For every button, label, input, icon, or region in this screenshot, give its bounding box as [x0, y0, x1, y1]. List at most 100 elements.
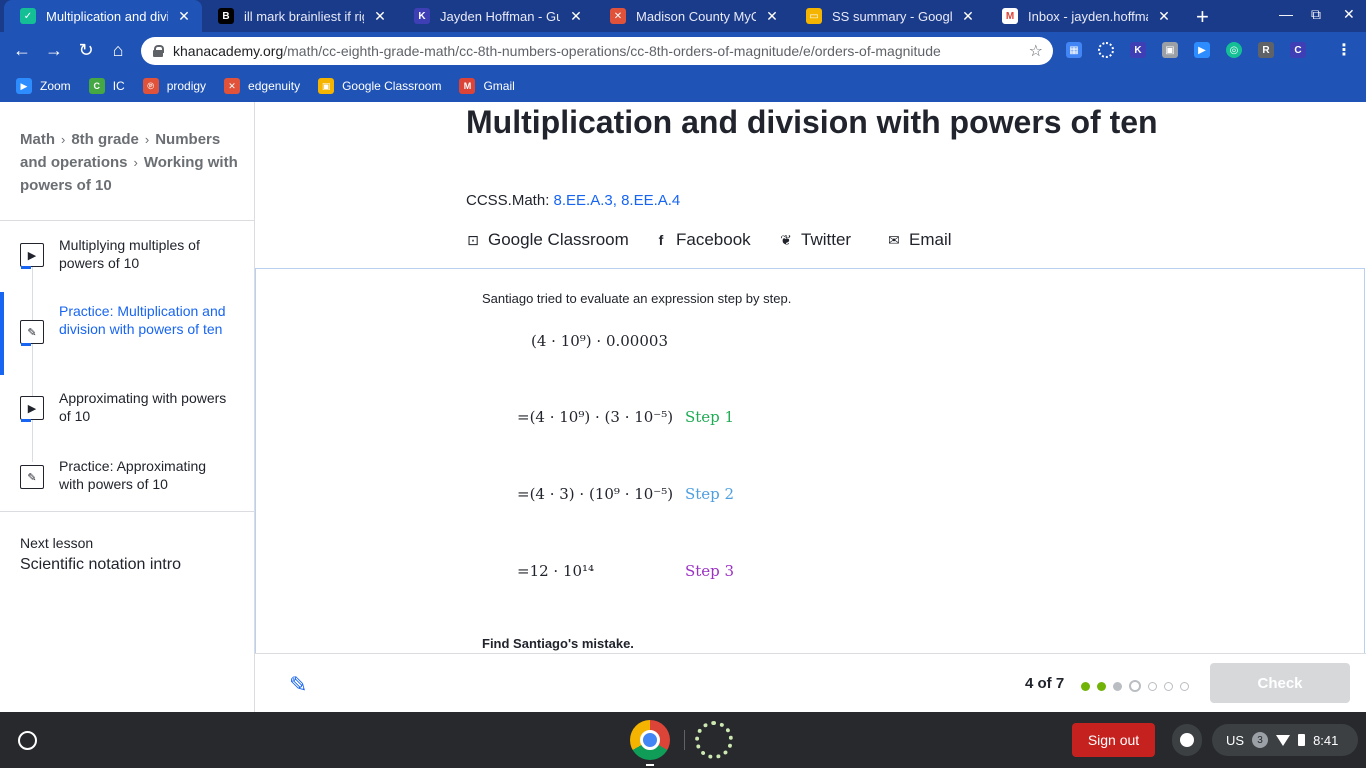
ccss-links[interactable]: 8.EE.A.3, 8.EE.A.4 — [554, 192, 681, 209]
bookmark-label: Google Classroom — [342, 79, 442, 93]
forward-icon[interactable]: → — [43, 40, 65, 61]
sidebar-item-label: Practice: Multiplication and division wi… — [59, 303, 226, 337]
home-icon[interactable]: ⌂ — [107, 40, 129, 61]
progress-dot-cur — [1129, 680, 1141, 692]
tab-kami[interactable]: K Jayden Hoffman - Guide ✕ — [398, 0, 594, 32]
close-tab-icon[interactable]: ✕ — [1156, 8, 1172, 25]
close-tab-icon[interactable]: ✕ — [764, 8, 780, 25]
pencil-icon: ✎ — [20, 465, 44, 489]
tab-title: Madison County MyOnli — [636, 8, 756, 24]
bookmarks-bar: ▶ Zoom C IC ℗ prodigy ✕ edgenuity ▣ Google Cl… — [0, 70, 1366, 102]
share-label: Twitter — [801, 230, 852, 249]
bookmark-zoom[interactable]: ▶ Zoom — [16, 78, 71, 94]
progress-dot-todo — [1148, 681, 1157, 691]
gmail-icon: M — [459, 78, 476, 94]
app-loading-icon[interactable] — [695, 721, 733, 759]
menu-kebab-icon[interactable]: ⋮ — [1336, 42, 1352, 59]
divider — [0, 511, 255, 512]
tab-brainly[interactable]: B ill mark brainliest if right ✕ — [202, 0, 398, 32]
url-host: khanacademy.org — [173, 43, 284, 59]
extension-icon[interactable]: ▣ — [1162, 42, 1178, 58]
bookmark-label: prodigy — [166, 79, 207, 93]
bookmark-edgenuity[interactable]: ✕ edgenuity — [224, 78, 300, 94]
close-tab-icon[interactable]: ✕ — [372, 8, 388, 25]
edgenuity-icon: ✕ — [224, 78, 241, 94]
lesson-sidebar: Math › 8th grade › Numbers and operations › Wo… — [0, 102, 255, 712]
clock: 8:41 — [1313, 732, 1339, 748]
divider — [684, 730, 685, 750]
check-button[interactable]: Check — [1210, 663, 1350, 703]
new-tab-icon[interactable]: + — [1196, 4, 1209, 30]
extension-icon[interactable]: ◎ — [1226, 42, 1242, 58]
zoom-icon: ▶ — [16, 78, 32, 94]
sign-out-button[interactable]: Sign out — [1072, 723, 1155, 757]
active-indicator — [0, 292, 4, 375]
bookmark-star-icon[interactable]: ☆ — [1029, 41, 1043, 61]
progress-dot-done — [1097, 681, 1106, 691]
launcher-icon[interactable] — [18, 731, 37, 750]
restore-icon[interactable]: ⧉ — [1311, 6, 1321, 23]
sidebar-item-practice-multiplication[interactable]: ✎ Practice: Multiplication and division … — [0, 292, 255, 382]
sidebar-item-label: Practice: Approximating with powers of 1… — [59, 458, 207, 492]
back-icon[interactable]: ← — [11, 40, 33, 61]
chrome-icon[interactable] — [630, 720, 670, 760]
video-icon: ▶ — [20, 243, 44, 269]
share-facebook[interactable]: f Facebook — [654, 230, 751, 250]
sidebar-item-label: Multiplying multiples of powers of 10 — [59, 237, 200, 271]
sidebar-item-video-approximating[interactable]: ▶ Approximating with powers of 10 — [0, 387, 255, 437]
zoom-extension-icon[interactable]: ▶ — [1194, 42, 1210, 58]
twitter-icon: ❦ — [780, 231, 792, 248]
step-3-expression: =12 · 10¹⁴ — [517, 562, 595, 580]
kami-favicon-icon: K — [414, 8, 430, 24]
ccss-standards: CCSS.Math: 8.EE.A.3, 8.EE.A.4 — [466, 192, 680, 209]
brainly-favicon-icon: B — [218, 8, 234, 24]
exercise-footer: ✎ 4 of 7 Check — [255, 653, 1366, 712]
facebook-icon: f — [658, 232, 664, 248]
breadcrumb-math[interactable]: Math — [20, 131, 55, 148]
breadcrumb-grade[interactable]: 8th grade — [71, 131, 139, 148]
next-lesson-caption: Next lesson — [20, 535, 94, 551]
tab-title: SS summary - Google Sl — [832, 8, 952, 24]
extension-icon[interactable]: ▦ — [1066, 42, 1082, 58]
sidebar-item-practice-approximating[interactable]: ✎ Practice: Approximating with powers of… — [0, 454, 255, 504]
address-bar[interactable]: khanacademy.org/math/cc-eighth-grade-mat… — [141, 37, 1053, 65]
scratchpad-pen-icon[interactable]: ✎ — [289, 672, 307, 698]
tab-edgenuity[interactable]: ✕ Madison County MyOnli ✕ — [594, 0, 790, 32]
tab-title: Multiplication and divisi — [46, 8, 168, 24]
main-content: Multiplication and division with powers … — [255, 102, 1366, 712]
extension-r-icon[interactable]: R — [1258, 42, 1274, 58]
next-lesson-link[interactable]: Scientific notation intro — [20, 556, 181, 574]
sidebar-item-video-multiplying[interactable]: ▶ Multiplying multiples of powers of 10 — [0, 232, 255, 282]
minimize-icon[interactable]: — — [1279, 6, 1293, 22]
status-tray[interactable]: US 3 8:41 — [1212, 724, 1358, 756]
divider — [0, 220, 255, 221]
share-email[interactable]: ✉ Email — [887, 230, 952, 250]
chevron-right-icon: › — [133, 155, 138, 170]
share-google-classroom[interactable]: ⊡ Google Classroom — [466, 230, 629, 250]
share-label: Email — [909, 230, 952, 249]
share-twitter[interactable]: ❦ Twitter — [779, 230, 851, 250]
bookmark-gmail[interactable]: M Gmail — [459, 78, 515, 94]
extension-spinner-icon[interactable] — [1098, 42, 1114, 58]
tab-gmail[interactable]: M Inbox - jayden.hoffman2 ✕ — [986, 0, 1182, 32]
close-tab-icon[interactable]: ✕ — [568, 8, 584, 25]
accessibility-icon[interactable] — [1172, 724, 1202, 756]
progress-dot-todo — [1180, 681, 1189, 691]
video-icon: ▶ — [20, 396, 44, 422]
tab-google-slides[interactable]: ▭ SS summary - Google Sl ✕ — [790, 0, 986, 32]
bookmark-ic[interactable]: C IC — [88, 78, 125, 94]
battery-icon — [1298, 734, 1306, 746]
bookmark-google-classroom[interactable]: ▣ Google Classroom — [318, 78, 441, 94]
close-tab-icon[interactable]: ✕ — [176, 8, 192, 25]
tab-khan-academy[interactable]: ✓ Multiplication and divisi ✕ — [4, 0, 202, 32]
close-window-icon[interactable]: ✕ — [1343, 6, 1355, 23]
reload-icon[interactable]: ↻ — [75, 40, 97, 61]
extension-c-icon[interactable]: C — [1290, 42, 1306, 58]
kami-extension-icon[interactable]: K — [1130, 42, 1146, 58]
sidebar-item-label: Approximating with powers of 10 — [59, 390, 227, 424]
close-tab-icon[interactable]: ✕ — [960, 8, 976, 25]
bookmark-prodigy[interactable]: ℗ prodigy — [142, 78, 207, 94]
keyboard-locale: US — [1226, 732, 1245, 748]
page-title: Multiplication and division with powers … — [466, 104, 1158, 140]
pencil-icon: ✎ — [20, 320, 44, 346]
